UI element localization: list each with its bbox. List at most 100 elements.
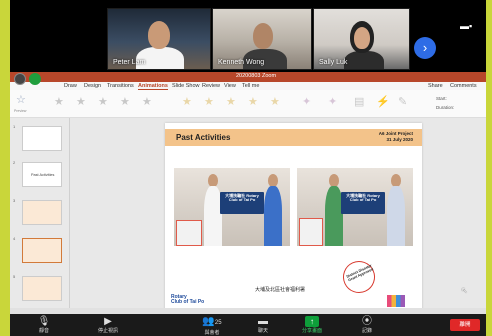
effect-star-icon[interactable]: ★ (54, 95, 64, 108)
participant-head (253, 23, 273, 49)
zoom-toolbar: 🎙 靜音 ▶ 停止視訊 👥25 與會者 ▬ 聊天 ↑ 分享畫面 ⦿ 記錄 離開 (10, 314, 486, 336)
tab-animations[interactable]: Animations (138, 83, 168, 90)
tab-view[interactable]: View (224, 83, 236, 89)
banner-text: 大埔扶輪社 Rotary Club of Tai Po (346, 193, 380, 202)
comments-link[interactable]: Comments (450, 83, 477, 89)
thumb-number: 3 (13, 198, 16, 203)
participants-label: 與會者 (204, 330, 220, 336)
tab-draw[interactable]: Draw (64, 83, 77, 89)
share-screen-icon: ↑ (305, 316, 319, 327)
tab-review[interactable]: Review (202, 83, 220, 89)
speaker-view-icon[interactable]: ▬▪ (460, 21, 472, 31)
next-page-button[interactable]: › (414, 37, 436, 59)
slide-thumbnail-4[interactable] (22, 238, 62, 263)
activity-photo-1: 大埔扶輪社 Rotary Club of Tai Po (174, 168, 290, 246)
thumb-number: 4 (13, 236, 16, 241)
ppt-ribbon: ☆ Preview ★ ★ ★ ★ ★ ★ ★ ★ ★ ★ ✦ ✦ ▤ ⚡ ✎ … (10, 90, 486, 118)
effect-star-icon[interactable]: ★ (248, 95, 258, 108)
thumb-number: 1 (13, 124, 16, 129)
zoom-info-icon[interactable] (14, 73, 26, 85)
shared-screen-powerpoint: 20200803 Zoom Draw Design Transitions An… (10, 72, 486, 314)
record-label: 記錄 (361, 328, 372, 334)
slide-thumbnail-1[interactable] (22, 126, 62, 151)
video-camera-icon: ▶ (104, 316, 112, 327)
share-screen-label: 分享畫面 (301, 328, 322, 334)
record-button[interactable]: ⦿ 記錄 (352, 316, 382, 334)
slide-thumbnail-5[interactable] (22, 276, 62, 301)
chat-icon: ▬ (258, 316, 268, 327)
start-label: Start: (436, 96, 447, 101)
activity-photo-2: 大埔扶輪社 Rotary Club of Tai Po (297, 168, 413, 246)
preview-star-icon[interactable]: ☆ (16, 93, 26, 106)
participant-head (148, 21, 170, 49)
trigger-icon[interactable]: ⚡ (376, 95, 390, 108)
video-tile-kenneth[interactable]: Kenneth Wong (212, 8, 312, 70)
donation-boxes (299, 218, 323, 246)
donation-boxes (176, 220, 202, 246)
tab-design[interactable]: Design (84, 83, 101, 89)
mute-button[interactable]: 🎙 靜音 (28, 316, 60, 334)
ppt-ribbon-tabs: Draw Design Transitions Animations Slide… (10, 82, 486, 90)
share-link[interactable]: Share (428, 83, 443, 89)
effect-star-icon[interactable]: ★ (120, 95, 130, 108)
video-strip: Peter Lam Kenneth Wong Sally Luk › ▬▪ (10, 8, 486, 70)
slide-title: Past Activities (176, 133, 231, 142)
banner-text: 大埔扶輪社 Rotary Club of Tai Po (225, 193, 259, 202)
stop-video-button[interactable]: ▶ 停止視訊 (88, 316, 128, 334)
share-screen-button[interactable]: ↑ 分享畫面 (292, 316, 332, 334)
project-date: 31 July 2020 (386, 137, 413, 142)
effect-star-icon[interactable]: ★ (204, 95, 214, 108)
current-slide[interactable]: Past Activities A6 Joint Project 31 July… (165, 123, 422, 310)
slide-caption: 大埔及北區社會福利署 (255, 287, 306, 293)
zoom-window: Peter Lam Kenneth Wong Sally Luk › ▬▪ 20… (10, 0, 486, 336)
add-animation-icon[interactable]: ✦ (328, 95, 337, 108)
slide-header-bar: Past Activities A6 Joint Project 31 July… (165, 129, 422, 146)
participants-count: 25 (214, 320, 222, 326)
slide-canvas: Past Activities A6 Joint Project 31 July… (70, 118, 486, 314)
video-tile-peter[interactable]: Peter Lam (107, 8, 211, 70)
slide-project-info: A6 Joint Project 31 July 2020 (379, 131, 413, 143)
ppt-window-title: 20200803 Zoom (236, 73, 277, 79)
cursor-icon: ↖ (461, 286, 468, 295)
partner-logo (387, 295, 405, 307)
animation-pane-icon[interactable]: ▤ (354, 95, 364, 108)
person (264, 186, 282, 246)
logo-line: Club of Tai Po (171, 299, 205, 305)
microphone-icon: 🎙 (37, 316, 51, 327)
tab-tell-me[interactable]: Tell me (242, 83, 259, 89)
chat-label: 聊天 (257, 328, 268, 334)
slide-thumbnail-panel: 1 2 Past Activities 3 4 5 (10, 118, 70, 314)
animation-painter-icon[interactable]: ✎ (398, 95, 407, 108)
effect-options-icon[interactable]: ✦ (302, 95, 311, 108)
slide-thumbnail-3[interactable] (22, 200, 62, 225)
effect-star-icon[interactable]: ★ (142, 95, 152, 108)
slide-thumbnail-2[interactable]: Past Activities (22, 162, 62, 187)
participant-name: Sally Luk (319, 59, 348, 66)
ppt-titlebar: 20200803 Zoom (10, 72, 486, 82)
security-shield-icon[interactable] (29, 73, 41, 85)
duration-label: Duration: (436, 105, 455, 110)
rotary-logo: Rotary Club of Tai Po (171, 295, 204, 305)
participant-body (344, 51, 384, 69)
video-tile-sally[interactable]: Sally Luk (313, 8, 410, 70)
effect-star-icon[interactable]: ★ (182, 95, 192, 108)
participants-button[interactable]: 👥25 與會者 (194, 316, 230, 336)
chat-button[interactable]: ▬ 聊天 (248, 316, 278, 334)
mute-label: 靜音 (38, 328, 49, 334)
tab-slide-show[interactable]: Slide Show (172, 83, 200, 89)
participant-name: Kenneth Wong (218, 59, 265, 66)
thumb-number: 5 (13, 274, 16, 279)
effect-star-icon[interactable]: ★ (98, 95, 108, 108)
effect-star-icon[interactable]: ★ (270, 95, 280, 108)
effect-star-icon[interactable]: ★ (76, 95, 86, 108)
leave-meeting-button[interactable]: 離開 (450, 319, 480, 331)
participant-name: Peter Lam (113, 59, 146, 66)
preview-label: Preview (14, 109, 27, 113)
chevron-right-icon: › (422, 40, 428, 55)
person (387, 186, 405, 246)
video-label: 停止視訊 (97, 328, 118, 334)
tab-transitions[interactable]: Transitions (107, 83, 134, 89)
thumb-title: Past Activities (31, 173, 55, 177)
effect-star-icon[interactable]: ★ (226, 95, 236, 108)
thumb-number: 2 (13, 160, 16, 165)
